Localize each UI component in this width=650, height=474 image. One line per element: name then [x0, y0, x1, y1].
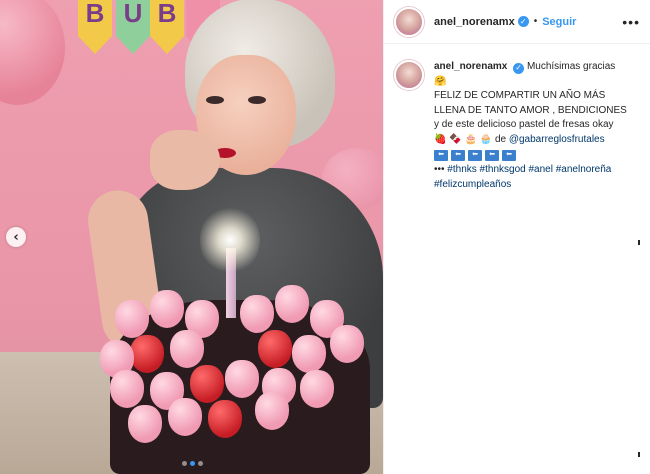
caption-body: anel_norenamx ✓ Muchísimas gracias 🤗 FEL…: [434, 60, 639, 192]
pink-strawberry: [330, 325, 364, 363]
carousel-dot[interactable]: [182, 461, 187, 466]
post-image[interactable]: B U B ‹: [0, 0, 383, 474]
avatar[interactable]: [394, 6, 424, 37]
caption-text: de: [494, 133, 507, 145]
candle-flame: [200, 205, 260, 275]
pink-strawberry: [255, 392, 289, 430]
left-arrow-icon: ⬅: [502, 150, 516, 161]
more-options-icon[interactable]: •••: [622, 14, 640, 30]
eye: [248, 96, 266, 104]
follow-button[interactable]: Seguir: [542, 16, 576, 28]
hashtag-link[interactable]: #anelnoreña: [556, 164, 612, 175]
carousel-dot[interactable]: [198, 461, 203, 466]
hug-emoji: 🤗: [434, 75, 447, 87]
caption-text: •••: [434, 164, 445, 175]
red-strawberry: [208, 400, 242, 438]
eye: [206, 96, 224, 104]
hashtag-link[interactable]: #thnksgod: [480, 164, 526, 175]
pink-strawberry: [170, 330, 204, 368]
cupcake-emoji: 🧁: [479, 133, 493, 145]
caption-text: y de este delicioso pastel de fresas oka…: [434, 119, 614, 130]
woman-hand: [150, 130, 220, 190]
hashtag-link[interactable]: #thnks: [447, 164, 476, 175]
left-arrow-icon: ⬅: [434, 150, 448, 161]
red-strawberry: [190, 365, 224, 403]
left-arrow-icon: ⬅: [451, 150, 465, 161]
cake-emoji: 🎂: [464, 133, 477, 145]
pink-strawberry: [240, 295, 274, 333]
hashtag-link[interactable]: #felizcumpleaños: [434, 179, 511, 190]
hashtag-link[interactable]: #anel: [528, 164, 552, 175]
caption-text: FELIZ DE COMPARTIR UN AÑO MÁS: [434, 90, 606, 101]
caption-comment: anel_norenamx ✓ Muchísimas gracias 🤗 FEL…: [384, 44, 650, 192]
carousel-dots: [182, 461, 203, 466]
mention-link[interactable]: @gabarreglosfrutales: [509, 134, 605, 145]
pink-strawberry: [150, 290, 184, 328]
pink-strawberry: [115, 300, 149, 338]
verified-badge-icon: ✓: [517, 16, 529, 27]
pink-strawberry: [128, 405, 162, 443]
verified-badge-icon: ✓: [513, 62, 525, 74]
red-strawberry: [130, 335, 164, 373]
scrollbar-mark[interactable]: [638, 452, 640, 457]
carousel-dot[interactable]: [190, 461, 195, 466]
red-strawberry: [258, 330, 292, 368]
left-arrow-icon: ⬅: [468, 150, 482, 161]
separator-dot: •: [533, 16, 538, 27]
caption-text: Muchísimas gracias: [526, 61, 616, 72]
pink-strawberry: [168, 398, 202, 436]
pink-strawberry: [225, 360, 259, 398]
pink-strawberry: [300, 370, 334, 408]
chevron-left-icon: ‹: [13, 229, 19, 245]
carousel-prev-button[interactable]: ‹: [6, 227, 26, 247]
chocolate-emoji: 🍫: [449, 133, 462, 145]
arrow-emoji-row: ⬅ ⬅ ⬅ ⬅ ⬅: [434, 150, 639, 161]
pink-strawberry: [292, 335, 326, 373]
avatar[interactable]: [394, 60, 424, 90]
left-arrow-icon: ⬅: [485, 150, 499, 161]
post-header: anel_norenamx ✓ • Seguir •••: [384, 0, 650, 44]
caption-text: LLENA DE TANTO AMOR , BENDICIONES: [434, 104, 627, 116]
scrollbar-mark[interactable]: [638, 240, 640, 245]
post-side-panel: anel_norenamx ✓ • Seguir ••• anel_norena…: [383, 0, 650, 474]
strawberry-emoji: 🍓: [434, 133, 447, 145]
caption-username-link[interactable]: anel_norenamx: [434, 61, 507, 72]
username-link[interactable]: anel_norenamx: [434, 16, 515, 28]
pink-strawberry: [275, 285, 309, 323]
pink-strawberry: [110, 370, 144, 408]
